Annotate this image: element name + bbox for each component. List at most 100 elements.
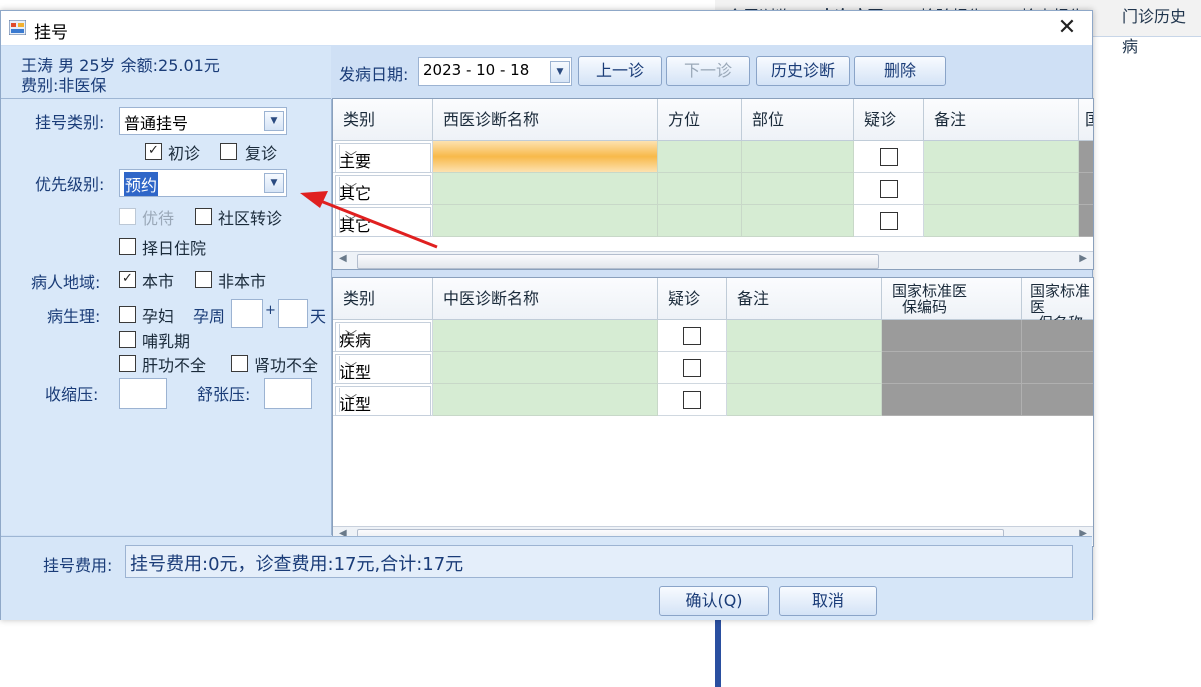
note-cell[interactable] [924,141,1079,173]
priority-select[interactable]: 预约 ▼ [119,169,287,197]
chevron-down-icon[interactable]: ﹀ [339,177,362,201]
suspected-cell [854,141,924,173]
col-header-insurance-name: 国家标准医保名称 [1022,278,1093,331]
table-row: 其它 ﹀ [333,205,433,237]
local-label: 本市 [142,272,175,291]
region-label: 病人地域: [31,273,101,292]
col-header-western-name: 西医诊断名称 [433,99,658,141]
table-row: 证型 ﹀ [333,384,433,416]
confirm-button[interactable]: 确认(Q) [659,586,769,616]
note-cell[interactable] [727,320,882,352]
chevron-down-icon[interactable]: ﹀ [339,209,362,233]
close-icon[interactable]: ✕ [1054,15,1080,41]
revisit-checkbox[interactable] [220,143,237,160]
suspected-checkbox[interactable] [683,391,701,409]
category-select[interactable]: 疾病 ﹀ [335,322,431,352]
nonlocal-checkbox[interactable] [195,271,212,288]
suspected-cell [658,384,727,416]
scrollbar-thumb[interactable] [357,254,879,269]
bg-tab-outpatient-history[interactable]: 门诊历史病 [1122,2,1201,56]
kidney-insufficiency-checkbox[interactable] [231,355,248,372]
suspected-checkbox[interactable] [880,180,898,198]
col-header-note: 备注 [727,278,882,320]
western-name-cell[interactable] [433,205,658,237]
lactation-checkbox[interactable] [119,331,136,348]
category-select[interactable]: 主要 ﹀ [335,143,431,173]
insurance-name-line1: 国家标准医 [1030,282,1091,316]
systolic-input[interactable] [119,378,167,409]
fee-summary-field: 挂号费用:0元，诊查费用:17元,合计:17元 [125,545,1073,578]
chevron-down-icon[interactable]: ▼ [264,111,284,131]
onset-date-label: 发病日期: [339,65,409,84]
col-header-position: 方位 [658,99,742,141]
western-name-cell[interactable] [433,173,658,205]
preg-week-label: 孕周 [193,307,226,326]
scroll-right-icon[interactable]: ▶ [1079,253,1087,264]
chevron-down-icon[interactable]: ﹀ [339,388,362,412]
chevron-down-icon[interactable]: ﹀ [339,324,362,348]
col-header-site: 部位 [742,99,854,141]
chinese-name-cell[interactable] [433,352,658,384]
first-visit-checkbox[interactable]: ✓ [145,143,162,160]
site-cell[interactable] [742,141,854,173]
delete-button[interactable]: 删除 [854,56,946,86]
onset-date-picker[interactable]: 2023 - 10 - 18 ▼ [418,57,572,86]
first-visit-label: 初诊 [168,144,201,163]
table-row: 主要 ﹀ [333,141,433,173]
diastolic-input[interactable] [264,378,312,409]
chinese-name-cell[interactable] [433,384,658,416]
col-header-suspected: 疑诊 [658,278,727,320]
scheduled-hospital-checkbox[interactable] [119,238,136,255]
category-select[interactable]: 其它 ﹀ [335,207,431,237]
western-grid-hscrollbar[interactable]: ◀ ▶ [333,251,1093,269]
site-cell[interactable] [742,205,854,237]
pregnant-checkbox[interactable] [119,306,136,323]
preg-week-input[interactable] [231,299,263,328]
registration-dialog: 挂号 ✕ 王涛 男 25岁 余额:25.01元 费别:非医保 挂号类别: 普通挂… [0,10,1094,620]
national-cell [1079,205,1093,237]
preferred-checkbox [119,208,136,225]
western-name-cell[interactable] [433,141,658,173]
position-cell[interactable] [658,205,742,237]
reg-type-select[interactable]: 普通挂号 ▼ [119,107,287,135]
suspected-checkbox[interactable] [683,327,701,345]
community-referral-checkbox[interactable] [195,208,212,225]
category-select[interactable]: 其它 ﹀ [335,175,431,205]
chevron-down-icon[interactable]: ▼ [550,61,570,83]
patient-fee-type: 费别:非医保 [21,76,107,95]
chinese-diagnosis-grid: 类别 中医诊断名称 疑诊 备注 国家标准医保编码 国家标准医保名称 疾病﹀ 证型… [332,277,1094,547]
suspected-cell [854,173,924,205]
chinese-name-cell[interactable] [433,320,658,352]
scroll-left-icon[interactable]: ◀ [339,253,347,264]
suspected-checkbox[interactable] [880,148,898,166]
preg-day-input[interactable] [278,299,308,328]
note-cell[interactable] [924,205,1079,237]
history-diagnosis-button[interactable]: 历史诊断 [756,56,850,86]
note-cell[interactable] [727,352,882,384]
insurance-name-cell [1022,384,1093,416]
note-cell[interactable] [924,173,1079,205]
category-select[interactable]: 证型 ﹀ [335,354,431,384]
local-checkbox[interactable]: ✓ [119,271,136,288]
prev-visit-button[interactable]: 上一诊 [578,56,662,86]
chevron-down-icon[interactable]: ﹀ [339,356,362,380]
registration-form: 挂号类别: 普通挂号 ▼ ✓ 初诊 复诊 优先级别: 预约 ▼ 优待 社区转诊 … [1,99,332,535]
plus-label: + [265,303,276,318]
fee-summary-text: 挂号费用:0元，诊查费用:17元,合计:17元 [130,554,464,575]
position-cell[interactable] [658,141,742,173]
suspected-checkbox[interactable] [880,212,898,230]
position-cell[interactable] [658,173,742,205]
liver-insufficiency-checkbox[interactable] [119,355,136,372]
chevron-down-icon[interactable]: ﹀ [339,145,362,169]
suspected-checkbox[interactable] [683,359,701,377]
category-select[interactable]: 证型 ﹀ [335,386,431,416]
note-cell[interactable] [727,384,882,416]
insurance-code-cell [882,320,1022,352]
site-cell[interactable] [742,173,854,205]
chevron-down-icon[interactable]: ▼ [264,173,284,193]
dialog-titlebar: 挂号 ✕ [1,11,1092,45]
preferred-label: 优待 [142,209,175,228]
cancel-button[interactable]: 取消 [779,586,877,616]
systolic-label: 收缩压: [45,385,99,404]
col-header-note: 备注 [924,99,1079,141]
